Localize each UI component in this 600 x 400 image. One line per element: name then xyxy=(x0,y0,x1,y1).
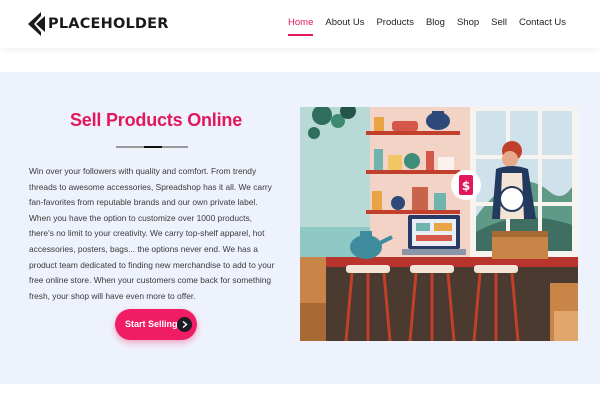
nav-shop[interactable]: Shop xyxy=(457,17,479,28)
nav-about-us[interactable]: About Us xyxy=(325,17,364,28)
site-header: PLACEHOLDER Home About Us Products Blog … xyxy=(0,0,600,48)
nav-home[interactable]: Home xyxy=(288,17,314,36)
title-divider xyxy=(116,145,188,148)
page-title: Sell Products Online xyxy=(69,110,243,130)
logo[interactable]: PLACEHOLDER xyxy=(28,12,169,36)
nav-products[interactable]: Products xyxy=(376,17,414,28)
page-footer-gap xyxy=(0,384,600,400)
price-tag-icon: $ xyxy=(462,179,470,193)
arrow-right-icon xyxy=(177,317,192,332)
nav-contact-us[interactable]: Contact Us xyxy=(519,17,566,28)
nav-blog[interactable]: Blog xyxy=(426,17,445,28)
start-selling-button[interactable]: Start Selling xyxy=(115,309,197,340)
logo-mark-icon xyxy=(28,12,45,36)
logo-text: PLACEHOLDER xyxy=(48,16,169,32)
main-nav: Home About Us Products Blog Shop Sell Co… xyxy=(288,17,566,36)
nav-sell[interactable]: Sell xyxy=(491,17,507,28)
start-selling-label: Start Selling xyxy=(125,319,178,329)
hero-description: Win over your followers with quality and… xyxy=(29,166,275,301)
shop-illustration: $ xyxy=(300,107,578,341)
